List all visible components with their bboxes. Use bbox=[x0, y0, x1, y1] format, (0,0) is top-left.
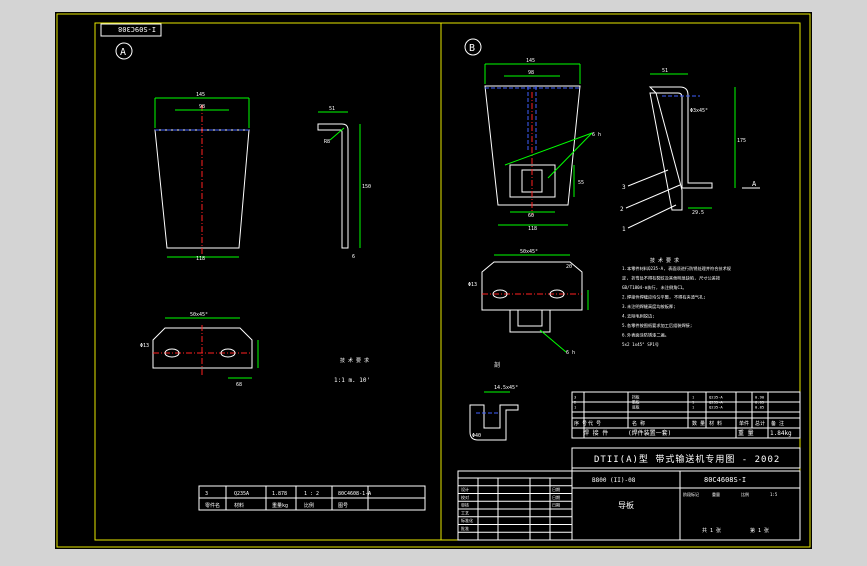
dim-a-side-b-text: 6 bbox=[352, 254, 355, 260]
bom-header: 代 号 bbox=[588, 420, 601, 427]
callout-2: 2 bbox=[620, 206, 624, 213]
part-name: 导板 bbox=[618, 500, 634, 510]
dim-b-top-text: 145 bbox=[526, 58, 535, 64]
dim-a-inner-text: 98 bbox=[199, 104, 205, 110]
stage-label: 重量 bbox=[712, 491, 720, 497]
dim-b-side-h-text: 175 bbox=[737, 138, 746, 144]
callout-1: 1 bbox=[622, 226, 626, 233]
sig-label: 设计 bbox=[461, 486, 469, 492]
cad-drawing[interactable]: I-S09C308 A 145 98 118 51 150 6 R8 50x45… bbox=[0, 0, 867, 562]
sig-label: 标准化 bbox=[461, 517, 473, 523]
bom-header: 总计 bbox=[755, 420, 765, 427]
left-note-value: 1:1 m. 10' bbox=[334, 377, 370, 384]
material-row-0: 焊 接 件 bbox=[583, 429, 608, 437]
tech-line: 4.去除毛刺锐边; bbox=[622, 313, 655, 320]
sub-code: B800 (II)-08 bbox=[592, 477, 636, 484]
dim-a-plan-w-text: 50x45° bbox=[190, 312, 208, 318]
view-b-label: B bbox=[469, 43, 475, 54]
sig-label: 工艺 bbox=[461, 510, 469, 515]
tech-line: 6.外表面涂防锈漆二遍。 bbox=[622, 332, 669, 339]
dim-b-side-b-text: 29.5 bbox=[692, 210, 704, 216]
sig-date: 日期 bbox=[552, 486, 560, 492]
stage-label: 比例 bbox=[741, 491, 749, 497]
bom-cell: Q235-A bbox=[709, 405, 723, 410]
bom-header: 序 号 bbox=[574, 420, 587, 427]
tech-line: 2.焊接件焊缝应均匀平整, 不得有夹渣气孔; bbox=[622, 294, 706, 301]
bom-header: 数 量 bbox=[692, 420, 705, 427]
parts-cell: 材料 bbox=[234, 502, 244, 509]
dim-a-side-h-text: 150 bbox=[362, 184, 371, 190]
left-note-title: 技 术 要 求 bbox=[340, 357, 369, 364]
dim-b-side-top-text: 51 bbox=[662, 68, 668, 74]
dim-a-hole-text: Φ13 bbox=[140, 343, 149, 349]
sig-date: 日期 bbox=[552, 494, 560, 500]
stage-label: 1:5 bbox=[770, 492, 778, 497]
dim-b-angle-text: Φ3x45° bbox=[690, 108, 708, 114]
stage-label: 阶段标记 bbox=[683, 491, 699, 497]
dim-b-sec-w-text: 14.5x45° bbox=[494, 385, 518, 391]
tech-title: 技 术 要 求 bbox=[650, 257, 679, 264]
dim-b-weld-text-2: 6 h bbox=[566, 350, 575, 356]
parts-cell: Q235A bbox=[234, 491, 249, 497]
bom-header: 名 称 bbox=[632, 420, 645, 427]
material-row-2: 重 量 bbox=[738, 429, 754, 437]
section-marker: 剖 bbox=[494, 361, 500, 369]
dim-a-top-text: 145 bbox=[196, 92, 205, 98]
dim-a-side-top-text: 51 bbox=[329, 106, 335, 112]
dim-b-inner-text: 98 bbox=[528, 70, 534, 76]
sheet-current: 第 1 张 bbox=[750, 527, 769, 534]
bom-header: 备 注 bbox=[771, 420, 784, 427]
dim-b-bottom-text: 118 bbox=[528, 226, 537, 232]
dim-b-plan-r-text: 20 bbox=[566, 264, 572, 270]
dim-b-hole-text: Φ13 bbox=[468, 282, 477, 288]
corner-tag: I-S09C308 bbox=[118, 25, 156, 33]
dim-b-slot-h-text: 55 bbox=[578, 180, 584, 186]
main-title: DTII(A)型 带式输送机专用图 - 2002 bbox=[594, 453, 780, 465]
dim-b-sec-b-text: Φ40 bbox=[472, 433, 481, 439]
dim-a-plan-b-text: 68 bbox=[236, 382, 242, 388]
bom-header: 材 料 bbox=[709, 420, 722, 427]
bom-cell: 底板 bbox=[632, 405, 640, 410]
view-a-label: A bbox=[120, 47, 126, 58]
tech-line: 5.各零件按图纸要求加工后组装焊接; bbox=[622, 322, 692, 329]
sig-label: 校对 bbox=[461, 494, 469, 500]
cad-viewer: I-S09C308 A 145 98 118 51 150 6 R8 50x45… bbox=[0, 0, 867, 562]
dim-b-weld-text: 6 h bbox=[592, 132, 601, 138]
bom-header: 单件 bbox=[739, 420, 749, 427]
tech-line: 定, 折弯处不得有裂纹及其他明显缺陷, 尺寸公差按 bbox=[622, 275, 720, 282]
dim-b-plan-w-text: 50x45° bbox=[520, 249, 538, 255]
parts-cell: 图号 bbox=[338, 503, 348, 509]
parts-cell: 3 bbox=[205, 491, 208, 497]
parts-cell: 1.878 bbox=[272, 491, 287, 497]
material-row-1: (焊件装置一套) bbox=[628, 429, 671, 437]
sig-label: 审核 bbox=[461, 502, 469, 508]
callout-3: 3 bbox=[622, 184, 626, 191]
sig-date: 日期 bbox=[552, 502, 560, 508]
tech-line: 3.未注明焊缝高度均按板厚; bbox=[622, 303, 676, 310]
parts-cell: 重量kg bbox=[272, 502, 288, 509]
drawing-no: 80C4608S-I bbox=[704, 476, 746, 484]
material-row-3: 1.84kg bbox=[770, 430, 792, 437]
tech-line: GB/T1804-m执行, 未注倒角C1。 bbox=[622, 284, 687, 291]
bom-cell: 0.85 bbox=[755, 405, 764, 410]
sheet-total: 共 1 张 bbox=[702, 527, 721, 534]
parts-cell: 1 : 2 bbox=[304, 491, 319, 497]
parts-cell: 零件名 bbox=[205, 502, 220, 509]
parts-cell: 比例 bbox=[304, 502, 314, 509]
dim-a-bottom-text: 118 bbox=[196, 256, 205, 262]
sig-label: 批准 bbox=[461, 525, 469, 531]
dim-b-slot-text: 60 bbox=[528, 213, 534, 219]
tech-line: 1.本零件材料Q235-A, 表面须进行防锈处理并符合技术规 bbox=[622, 265, 731, 272]
dim-a-bend-text: R8 bbox=[324, 139, 330, 145]
parts-cell: 80C4608-1-A bbox=[338, 491, 371, 497]
